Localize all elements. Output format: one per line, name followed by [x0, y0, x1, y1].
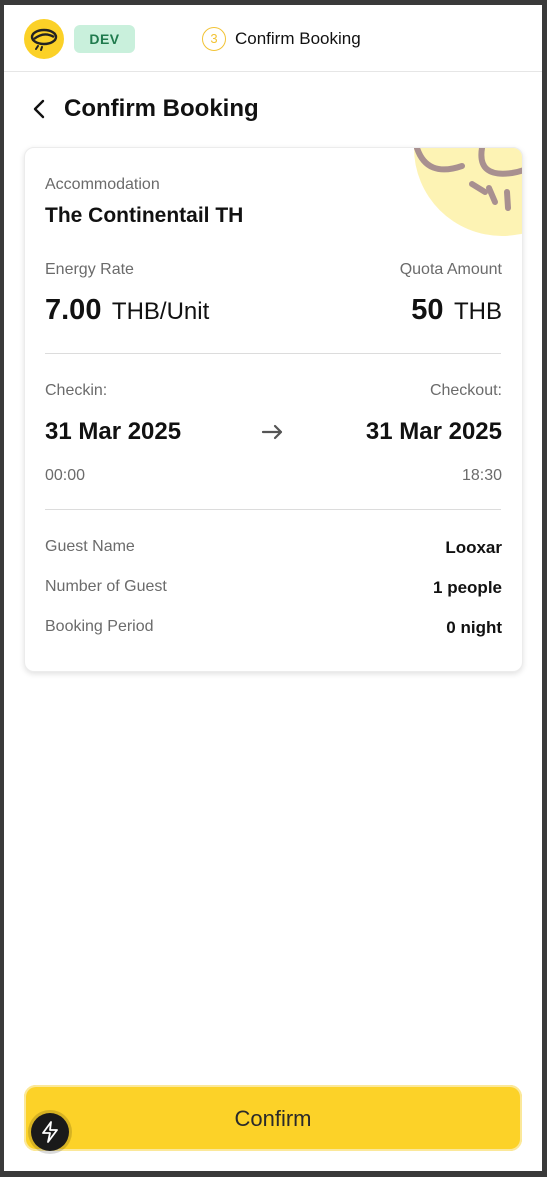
checkout-label: Checkout: — [429, 382, 502, 399]
guest-count-value: 1 people — [433, 578, 502, 597]
chevron-left-icon — [33, 99, 45, 119]
checkin-label: Checkin: — [45, 382, 108, 399]
guest-name-label: Guest Name — [45, 538, 135, 555]
guest-name-value: Looxar — [445, 538, 502, 557]
divider — [45, 509, 501, 510]
energy-rate: 7.00 THB/Unit — [45, 294, 209, 327]
step-label: Confirm Booking — [235, 29, 361, 48]
brand-logo-icon[interactable] — [24, 19, 64, 59]
quota-amount-value: 50 — [411, 294, 444, 326]
quick-action-button[interactable] — [31, 1113, 69, 1151]
energy-rate-value: 7.00 — [45, 294, 102, 326]
energy-rate-label: Energy Rate — [45, 261, 134, 278]
checkout-date: 31 Mar 2025 — [365, 418, 502, 445]
energy-rate-unit: THB/Unit — [111, 298, 210, 325]
page-title: Confirm Booking — [64, 95, 259, 122]
lightning-bolt-icon — [42, 1121, 58, 1143]
divider — [45, 353, 501, 354]
app-frame: DEV 3 Confirm Booking Confirm Booking Ac… — [4, 5, 542, 1171]
env-badge: DEV — [74, 25, 135, 53]
quota-amount-label: Quota Amount — [399, 261, 502, 278]
checkout-time: 18:30 — [461, 467, 502, 484]
sun-icon — [414, 148, 522, 236]
booking-period-label: Booking Period — [45, 618, 154, 635]
confirm-button[interactable]: Confirm — [24, 1085, 522, 1151]
checkin-time: 00:00 — [45, 467, 86, 484]
accommodation-name: The Continentail TH — [45, 204, 244, 227]
step-number: 3 — [202, 27, 226, 51]
top-bar: DEV 3 Confirm Booking — [4, 5, 542, 72]
guest-count-label: Number of Guest — [45, 578, 167, 595]
arrow-right-icon — [261, 424, 283, 440]
back-button[interactable] — [26, 95, 54, 123]
accommodation-label: Accommodation — [45, 176, 160, 193]
quota-amount-unit: THB — [454, 298, 502, 325]
booking-period-value: 0 night — [446, 618, 502, 637]
checkin-date: 31 Mar 2025 — [45, 418, 182, 445]
confirm-button-label: Confirm — [234, 1106, 312, 1131]
booking-summary-card: Accommodation The Continentail TH Energy… — [24, 147, 523, 672]
quota-amount: 50 THB — [411, 294, 502, 327]
